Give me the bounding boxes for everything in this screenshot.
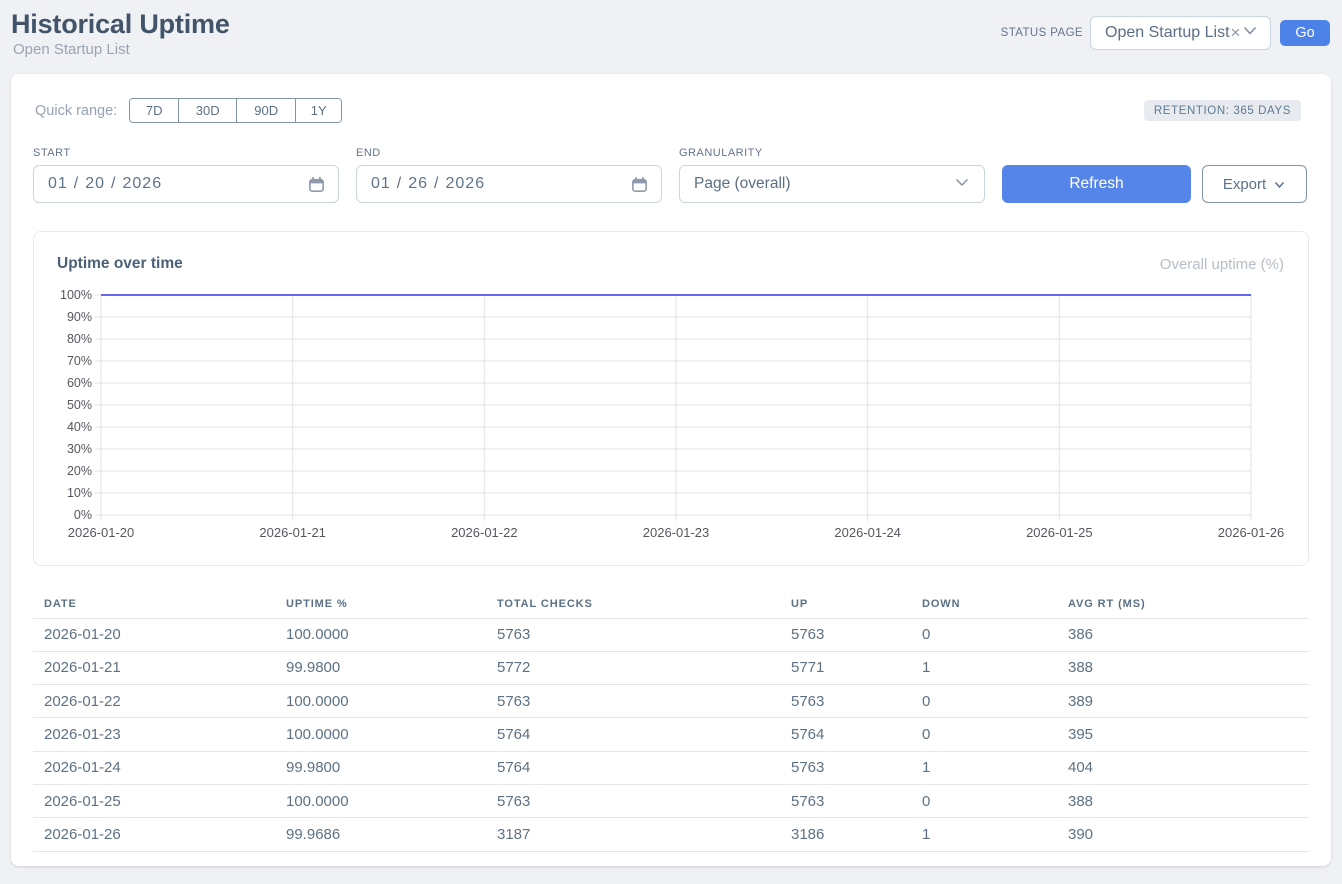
svg-text:70%: 70% bbox=[67, 354, 92, 368]
svg-text:2026-01-22: 2026-01-22 bbox=[451, 525, 518, 540]
svg-text:2026-01-20: 2026-01-20 bbox=[68, 525, 135, 540]
svg-text:60%: 60% bbox=[67, 376, 92, 390]
svg-text:80%: 80% bbox=[67, 332, 92, 346]
svg-text:50%: 50% bbox=[67, 398, 92, 412]
svg-text:90%: 90% bbox=[67, 310, 92, 324]
svg-text:20%: 20% bbox=[67, 464, 92, 478]
svg-text:2026-01-23: 2026-01-23 bbox=[643, 525, 710, 540]
svg-text:2026-01-21: 2026-01-21 bbox=[259, 525, 326, 540]
svg-text:2026-01-26: 2026-01-26 bbox=[1218, 525, 1285, 540]
svg-text:100%: 100% bbox=[60, 288, 92, 302]
svg-text:10%: 10% bbox=[67, 486, 92, 500]
svg-text:0%: 0% bbox=[74, 508, 92, 522]
svg-text:2026-01-25: 2026-01-25 bbox=[1026, 525, 1093, 540]
svg-text:40%: 40% bbox=[67, 420, 92, 434]
svg-text:30%: 30% bbox=[67, 442, 92, 456]
svg-text:2026-01-24: 2026-01-24 bbox=[834, 525, 901, 540]
